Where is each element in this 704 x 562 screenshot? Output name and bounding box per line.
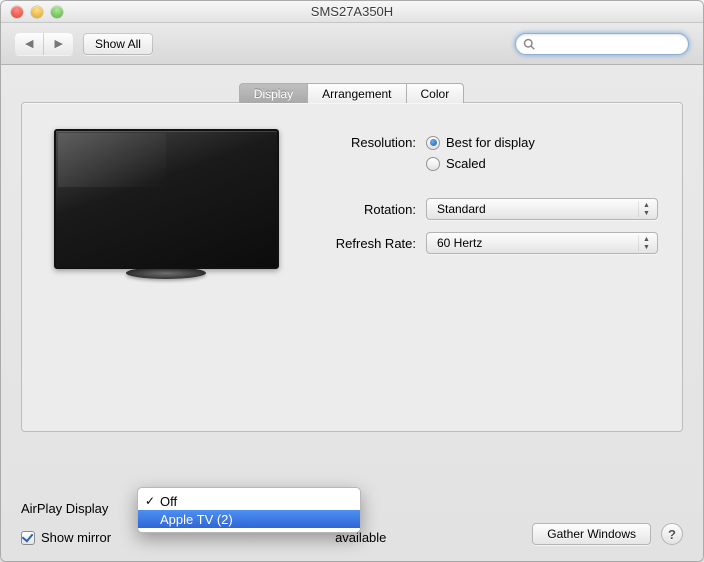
nav-group: ◀ ▶ <box>15 33 73 55</box>
back-button[interactable]: ◀ <box>15 33 43 55</box>
row-rotation: Rotation: Standard ▲▼ <box>312 197 658 221</box>
traffic-lights <box>1 6 63 18</box>
radio-scaled[interactable]: Scaled <box>426 156 535 171</box>
dropdown-arrows-icon: ▲▼ <box>638 201 654 217</box>
radio-icon <box>426 136 440 150</box>
help-button[interactable]: ? <box>661 523 683 545</box>
window-title: SMS27A350H <box>1 4 703 19</box>
radio-label: Best for display <box>446 135 535 150</box>
toolbar: ◀ ▶ Show All <box>1 23 703 65</box>
content: Display Arrangement Color Resolution: Be… <box>1 65 703 561</box>
chevron-left-icon: ◀ <box>25 37 33 50</box>
menu-item-label: Off <box>160 494 177 509</box>
checkbox-show-mirroring[interactable] <box>21 531 35 545</box>
monitor-preview <box>46 129 286 405</box>
close-icon[interactable] <box>11 6 23 18</box>
tab-strip: Display Arrangement Color <box>21 83 683 103</box>
label-show-mirroring-left: Show mirror <box>41 530 111 545</box>
preferences-window: SMS27A350H ◀ ▶ Show All Display Arrangem… <box>0 0 704 562</box>
form-column: Resolution: Best for display Scaled <box>312 129 658 405</box>
minimize-icon[interactable] <box>31 6 43 18</box>
label-refresh-rate: Refresh Rate: <box>312 236 416 251</box>
rotation-dropdown[interactable]: Standard ▲▼ <box>426 198 658 220</box>
show-all-button[interactable]: Show All <box>83 33 153 55</box>
titlebar: SMS27A350H <box>1 1 703 23</box>
airplay-menu: Off Apple TV (2) <box>137 487 361 533</box>
row-resolution: Resolution: Best for display Scaled <box>312 135 658 171</box>
menu-item-label: Apple TV (2) <box>160 512 233 527</box>
tab-color[interactable]: Color <box>406 83 465 103</box>
resolution-radio-group: Best for display Scaled <box>426 135 535 171</box>
label-resolution: Resolution: <box>312 135 416 150</box>
radio-label: Scaled <box>446 156 486 171</box>
radio-icon <box>426 157 440 171</box>
tab-arrangement[interactable]: Arrangement <box>307 83 406 103</box>
chevron-right-icon: ▶ <box>54 37 62 50</box>
menu-item-appletv[interactable]: Apple TV (2) <box>138 510 360 528</box>
row-refresh-rate: Refresh Rate: 60 Hertz ▲▼ <box>312 231 658 255</box>
dropdown-value: 60 Hertz <box>437 236 482 250</box>
display-panel: Resolution: Best for display Scaled <box>21 102 683 432</box>
search-wrap <box>515 33 689 55</box>
monitor-icon <box>54 129 279 269</box>
gather-windows-button[interactable]: Gather Windows <box>532 523 651 545</box>
refresh-rate-dropdown[interactable]: 60 Hertz ▲▼ <box>426 232 658 254</box>
side-actions: Gather Windows ? <box>532 523 683 545</box>
label-rotation: Rotation: <box>312 202 416 217</box>
dropdown-value: Standard <box>437 202 486 216</box>
label-airplay-display: AirPlay Display <box>21 501 108 516</box>
zoom-icon[interactable] <box>51 6 63 18</box>
radio-best-for-display[interactable]: Best for display <box>426 135 535 150</box>
dropdown-arrows-icon: ▲▼ <box>638 235 654 251</box>
menu-item-off[interactable]: Off <box>138 492 360 510</box>
tab-display[interactable]: Display <box>239 83 308 103</box>
forward-button[interactable]: ▶ <box>43 33 72 55</box>
search-icon <box>523 38 535 50</box>
search-input[interactable] <box>515 33 689 55</box>
